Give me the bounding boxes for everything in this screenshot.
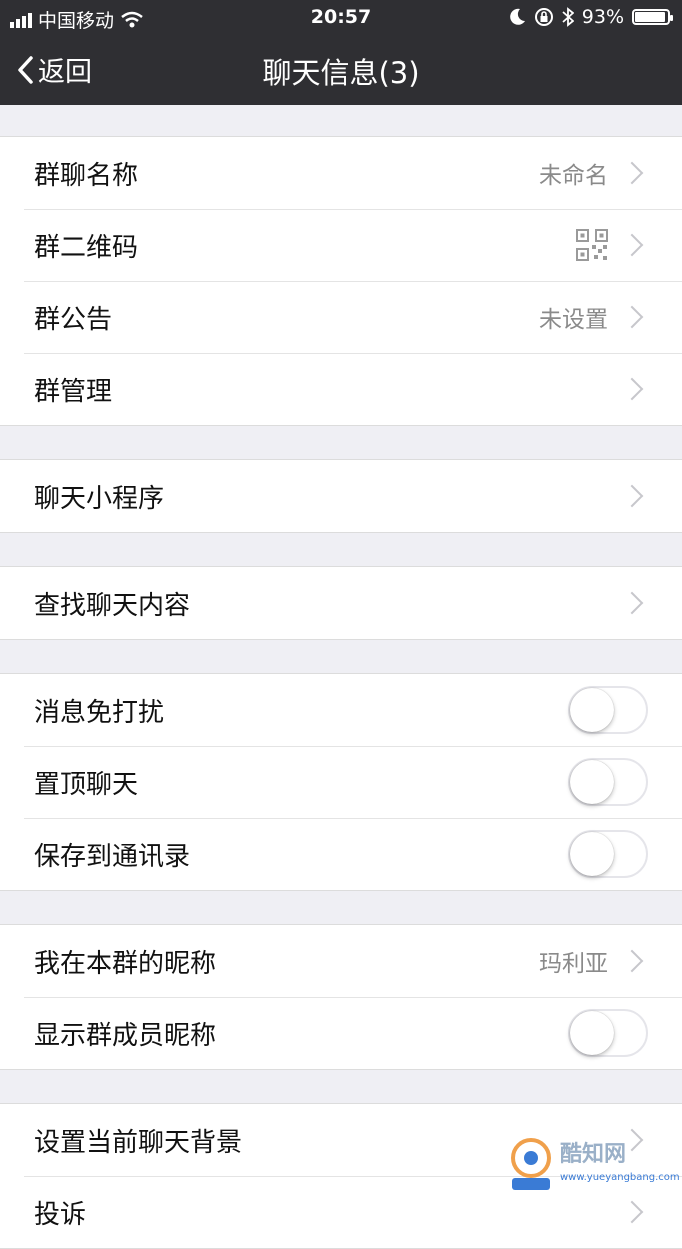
row-label: 群公告 xyxy=(34,304,113,335)
chevron-right-icon xyxy=(620,161,644,185)
moon-icon xyxy=(509,8,525,25)
toggle-knob xyxy=(570,1011,614,1055)
group-search: 查找聊天内容 xyxy=(0,566,682,640)
watermark-logo-icon xyxy=(511,1138,551,1190)
toggle-knob xyxy=(570,832,614,876)
row-label: 我在本群的昵称 xyxy=(34,948,217,979)
pin-toggle[interactable] xyxy=(568,758,648,806)
battery-percent: 93% xyxy=(581,6,624,28)
chevron-right-icon xyxy=(620,305,644,329)
row-value: 未命名 xyxy=(539,163,608,189)
chevron-right-icon xyxy=(620,377,644,401)
row-search-chat[interactable]: 查找聊天内容 xyxy=(0,567,682,639)
watermark: 酷知网 www.yueyangbang.com xyxy=(504,1132,680,1202)
save-contacts-toggle[interactable] xyxy=(568,830,648,878)
chevron-right-icon xyxy=(620,591,644,615)
row-group-notice[interactable]: 群公告 未设置 xyxy=(0,281,682,353)
status-bar: 中国移动 20:57 93% xyxy=(0,0,682,36)
row-my-nickname[interactable]: 我在本群的昵称 玛利亚 xyxy=(0,925,682,997)
row-value: 未设置 xyxy=(539,307,608,333)
chevron-right-icon xyxy=(620,949,644,973)
row-show-nicknames: 显示群成员昵称 xyxy=(0,997,682,1069)
row-label: 查找聊天内容 xyxy=(34,590,191,621)
row-save-contacts: 保存到通讯录 xyxy=(0,818,682,890)
rotation-lock-icon xyxy=(534,8,553,26)
row-label: 保存到通讯录 xyxy=(34,841,191,872)
battery-fill xyxy=(635,12,665,22)
watermark-text: 酷知网 xyxy=(560,1142,627,1167)
chevron-right-icon xyxy=(620,1200,644,1224)
settings-list: 群聊名称 未命名 群二维码 群公告 未设置 群管理 聊天小程序 查找聊天内容 消… xyxy=(0,105,682,1249)
group-info: 群聊名称 未命名 群二维码 群公告 未设置 群管理 xyxy=(0,136,682,426)
chevron-right-icon xyxy=(620,484,644,508)
chevron-right-icon xyxy=(620,233,644,257)
row-pin-chat: 置顶聊天 xyxy=(0,746,682,818)
row-group-name[interactable]: 群聊名称 未命名 xyxy=(0,137,682,209)
row-label: 群管理 xyxy=(34,376,113,407)
row-chat-miniprogram[interactable]: 聊天小程序 xyxy=(0,460,682,532)
row-label: 聊天小程序 xyxy=(34,483,165,514)
page-title: 聊天信息(3) xyxy=(262,56,420,90)
row-label: 群二维码 xyxy=(34,232,139,263)
group-toggles: 消息免打扰 置顶聊天 保存到通讯录 xyxy=(0,673,682,891)
row-mute-notifications: 消息免打扰 xyxy=(0,674,682,746)
mute-toggle[interactable] xyxy=(568,686,648,734)
battery-icon xyxy=(632,9,673,25)
top-bar: 中国移动 20:57 93% 返回 聊天信息(3) xyxy=(0,0,682,105)
group-miniprogram: 聊天小程序 xyxy=(0,459,682,533)
row-label: 显示群成员昵称 xyxy=(34,1020,217,1051)
row-label: 群聊名称 xyxy=(34,160,139,191)
row-group-qrcode[interactable]: 群二维码 xyxy=(0,209,682,281)
toggle-knob xyxy=(570,688,614,732)
row-label: 置顶聊天 xyxy=(34,769,139,800)
watermark-url: www.yueyangbang.com xyxy=(560,1172,680,1183)
group-nickname: 我在本群的昵称 玛利亚 显示群成员昵称 xyxy=(0,924,682,1070)
qr-code-icon xyxy=(576,229,608,261)
row-value: 玛利亚 xyxy=(539,951,608,977)
navigation-bar: 返回 聊天信息(3) xyxy=(0,40,682,100)
show-nicknames-toggle[interactable] xyxy=(568,1009,648,1057)
toggle-knob xyxy=(570,760,614,804)
row-label: 消息免打扰 xyxy=(34,697,165,728)
bluetooth-icon xyxy=(562,7,574,27)
row-group-manage[interactable]: 群管理 xyxy=(0,353,682,425)
